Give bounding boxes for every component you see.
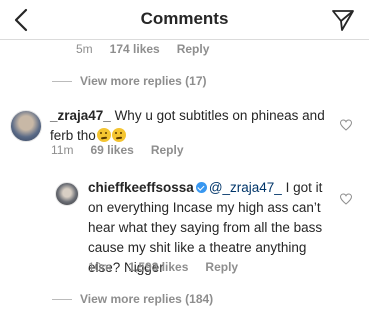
mention-link[interactable]: @_zraja47_ [209, 180, 282, 195]
comment-time: 11m [51, 143, 74, 157]
comments-header: Comments [0, 0, 369, 40]
divider-line [52, 81, 72, 83]
avatar[interactable] [10, 110, 42, 142]
comment-time: 5m [76, 42, 93, 56]
like-count[interactable]: 1,593 likes [128, 260, 188, 274]
reply-button[interactable]: Reply [205, 260, 238, 274]
like-count[interactable]: 69 likes [90, 143, 133, 157]
heart-outline-icon[interactable] [340, 193, 352, 205]
reply-button[interactable]: Reply [177, 42, 210, 56]
view-more-label: View more replies (184) [80, 292, 214, 306]
reply-meta: 10m 1,593 likes Reply [88, 260, 255, 274]
view-more-label: View more replies (17) [80, 74, 207, 88]
comment-username[interactable]: _zraja47_ [50, 108, 111, 123]
page-title: Comments [140, 9, 229, 28]
grimacing-face-emoji-icon [111, 128, 126, 142]
heart-outline-icon[interactable] [340, 119, 352, 131]
verified-badge-icon [195, 182, 207, 193]
view-more-replies-button[interactable]: View more replies (17) [52, 74, 207, 88]
grimacing-face-emoji-icon [96, 128, 111, 142]
comment-time: 10m [88, 260, 112, 274]
divider-line [52, 299, 72, 301]
view-more-replies-button[interactable]: View more replies (184) [52, 292, 213, 306]
like-count[interactable]: 174 likes [110, 42, 160, 56]
reply-button[interactable]: Reply [151, 143, 184, 157]
reply-username[interactable]: chieffkeeffsossa [88, 180, 194, 195]
paper-plane-icon[interactable] [331, 8, 355, 32]
comment-meta: 11m 69 likes Reply [51, 143, 201, 157]
avatar[interactable] [55, 182, 79, 206]
top-reply-meta: 5m 174 likes Reply [76, 42, 226, 56]
comment-text: _zraja47_ Why u got subtitles on phineas… [50, 106, 340, 146]
